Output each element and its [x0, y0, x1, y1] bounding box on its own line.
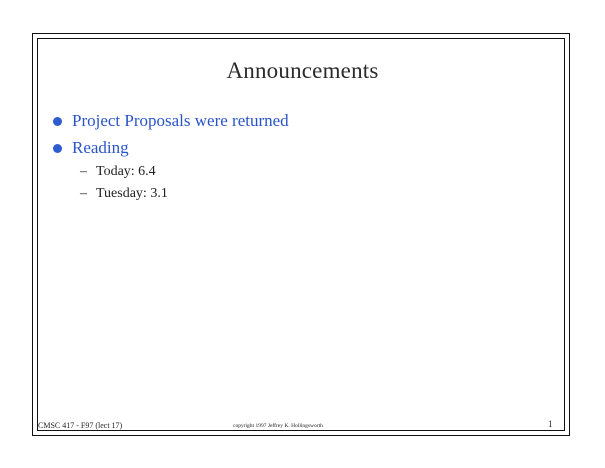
- page-number: 1: [548, 419, 553, 429]
- bullet-list: Project Proposals were returned Reading: [52, 110, 289, 164]
- sub-bullet-tuesday: – Tuesday: 3.1: [80, 185, 168, 207]
- sub-bullet-text: Today: 6.4: [96, 164, 156, 179]
- bullet-text: Project Proposals were returned: [72, 111, 289, 130]
- dash-icon: –: [80, 164, 87, 179]
- slide-inner-border: [37, 38, 565, 431]
- bullet-dot-icon: [53, 144, 62, 153]
- sub-bullet-text: Tuesday: 3.1: [96, 186, 168, 201]
- bullet-dot-icon: [53, 117, 62, 126]
- footer-course-label: CMSC 417 - F97 (lect 17): [38, 421, 123, 430]
- sub-bullet-list: – Today: 6.4 – Tuesday: 3.1: [80, 163, 168, 207]
- bullet-text: Reading: [72, 138, 129, 157]
- dash-icon: –: [80, 186, 87, 201]
- slide-title: Announcements: [226, 58, 379, 83]
- footer-copyright: copyright 1997 Jeffrey K. Hollingsworth: [233, 423, 323, 429]
- slide-page: Announcements Project Proposals were ret…: [0, 0, 605, 468]
- sub-bullet-today: – Today: 6.4: [80, 163, 168, 185]
- bullet-item-reading: Reading: [52, 137, 289, 164]
- bullet-item-project-proposals: Project Proposals were returned: [52, 110, 289, 137]
